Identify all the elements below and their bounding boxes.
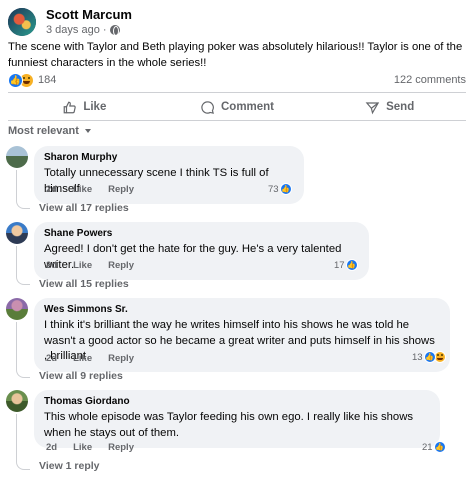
comment-reply-button[interactable]: Reply [108, 184, 134, 195]
post-text: The scene with Taylor and Beth playing p… [8, 41, 463, 69]
globe-icon [109, 25, 120, 36]
avatar[interactable] [6, 222, 28, 244]
comment-time[interactable]: 2d [46, 184, 57, 195]
chevron-down-icon [84, 129, 91, 133]
comment-reply-button[interactable]: Reply [108, 260, 134, 271]
commenter-name[interactable]: Sharon Murphy [44, 151, 294, 164]
comment-reactions[interactable]: 21 👍 [422, 441, 446, 453]
post-header: Scott Marcum 3 days ago · [8, 4, 466, 40]
commenter-name[interactable]: Wes Simmons Sr. [44, 303, 440, 316]
comment-count[interactable]: 122 comments [394, 74, 466, 86]
divider [8, 120, 466, 121]
comment-text: This whole episode was Taylor feeding hi… [44, 411, 414, 439]
comment-button[interactable]: Comment [161, 94, 314, 120]
meta-separator: · [102, 24, 107, 36]
like-reaction-icon: 👍 [279, 183, 292, 195]
send-label: Send [386, 101, 415, 113]
comment-bubble-icon [201, 100, 214, 114]
author-name[interactable]: Scott Marcum [46, 7, 132, 23]
comment-bubble: Shane Powers Agreed! I don't get the hat… [34, 222, 369, 280]
sort-label: Most relevant [8, 125, 79, 137]
like-button[interactable]: Like [8, 94, 161, 120]
comment-like-button[interactable]: Like [73, 184, 92, 195]
comment-bubble: Thomas Giordano This whole episode was T… [34, 390, 440, 448]
commenter-name[interactable]: Shane Powers [44, 227, 359, 240]
like-reaction-icon: 👍 [8, 72, 23, 88]
post-actions: Like Comment Send [8, 94, 466, 120]
comment-like-button[interactable]: Like [73, 353, 92, 364]
comment-bubble: Sharon Murphy Totally unnecessary scene … [34, 146, 304, 204]
view-replies-link[interactable]: View all 9 replies [39, 370, 123, 382]
reactions-row: 👍 184 122 comments [8, 72, 466, 88]
comment-like-button[interactable]: Like [73, 260, 92, 271]
like-reaction-icon: 👍 [423, 351, 436, 363]
commenter-name[interactable]: Thomas Giordano [44, 395, 430, 408]
reaction-count: 73 [268, 183, 279, 195]
comment-time[interactable]: 2d [46, 442, 57, 453]
author-avatar[interactable] [8, 8, 36, 36]
view-replies-link[interactable]: View all 15 replies [39, 278, 129, 290]
divider [8, 92, 466, 93]
avatar[interactable] [6, 298, 28, 320]
like-label: Like [83, 101, 107, 113]
post-meta: 3 days ago · [46, 23, 132, 37]
comment-time[interactable]: 2d [46, 260, 57, 271]
view-replies-link[interactable]: View all 17 replies [39, 202, 129, 214]
reaction-count: 13 [412, 351, 423, 363]
thread-line [16, 414, 30, 470]
like-reaction-icon: 👍 [345, 259, 358, 271]
send-button[interactable]: Send [313, 94, 466, 120]
comment-actions: 2d Like Reply [46, 353, 134, 364]
comment-actions: 2d Like Reply [46, 260, 134, 271]
avatar[interactable] [6, 146, 28, 168]
comment-like-button[interactable]: Like [73, 442, 92, 453]
like-reaction-icon: 👍 [433, 441, 446, 453]
comment-actions: 2d Like Reply [46, 184, 134, 195]
comment-sort-dropdown[interactable]: Most relevant [8, 124, 91, 138]
comment-actions: 2d Like Reply [46, 442, 134, 453]
reaction-count[interactable]: 184 [38, 74, 56, 86]
comment-reply-button[interactable]: Reply [108, 353, 134, 364]
reaction-count: 21 [422, 441, 433, 453]
comment-label: Comment [220, 101, 275, 113]
comment-reply-button[interactable]: Reply [108, 442, 134, 453]
reaction-summary[interactable]: 👍 184 [8, 72, 56, 88]
thumbs-up-icon [63, 101, 77, 113]
comment-time[interactable]: 2d [46, 353, 57, 364]
post-time[interactable]: 3 days ago [46, 23, 100, 37]
thread-line [16, 170, 30, 209]
avatar[interactable] [6, 390, 28, 412]
comment-reactions[interactable]: 73 👍 [268, 183, 292, 195]
thread-line [16, 322, 30, 378]
reaction-count: 17 [334, 259, 345, 271]
comment-reactions[interactable]: 13 👍 [412, 351, 446, 363]
comment-reactions[interactable]: 17 👍 [334, 259, 358, 271]
view-replies-link[interactable]: View 1 reply [39, 460, 100, 472]
send-icon [365, 101, 380, 114]
thread-line [16, 246, 30, 285]
